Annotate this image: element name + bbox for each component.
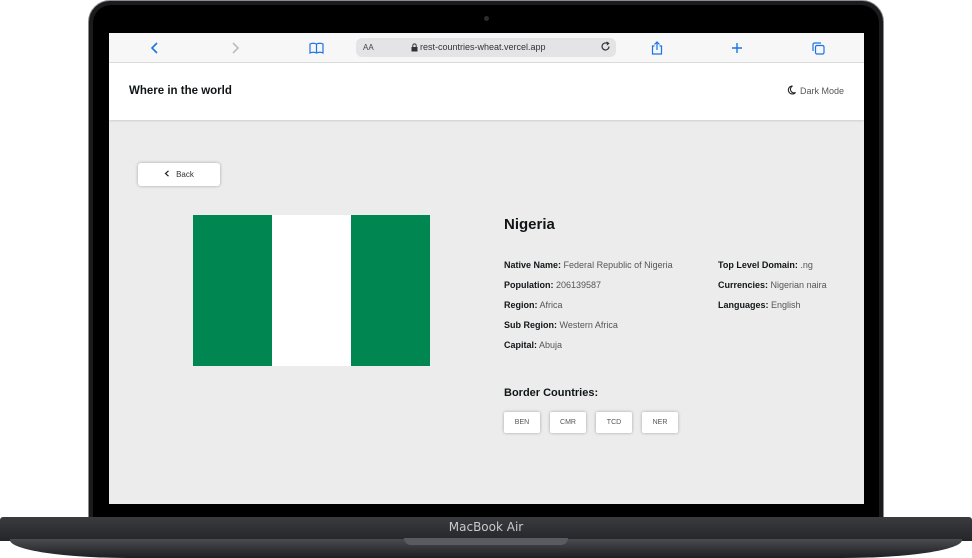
detail-capital: Capital: Abuja bbox=[504, 338, 674, 352]
border-country-button[interactable]: BEN bbox=[504, 412, 540, 433]
lock-icon bbox=[411, 43, 418, 54]
border-country-button[interactable]: CMR bbox=[550, 412, 586, 433]
detail-region: Region: Africa bbox=[504, 298, 674, 312]
flag-stripe-left bbox=[193, 215, 272, 366]
detail-key: Sub Region: bbox=[504, 320, 557, 330]
url-text: rest-countries-wheat.vercel.app bbox=[420, 42, 546, 52]
chevron-left-icon[interactable] bbox=[147, 40, 163, 56]
border-countries-title: Border Countries: bbox=[504, 387, 599, 399]
detail-key: Top Level Domain: bbox=[718, 260, 798, 270]
flag-stripe-middle bbox=[272, 215, 351, 366]
detail-key: Capital: bbox=[504, 340, 538, 350]
arrow-left-icon bbox=[164, 170, 170, 179]
border-country-button[interactable]: NER bbox=[642, 412, 678, 433]
back-button[interactable]: Back bbox=[138, 163, 220, 186]
reload-icon[interactable] bbox=[600, 41, 611, 54]
detail-key: Languages: bbox=[718, 300, 769, 310]
country-name: Nigeria bbox=[504, 216, 555, 233]
laptop-notch bbox=[404, 538, 568, 545]
detail-value: Abuja bbox=[539, 340, 563, 350]
detail-key: Region: bbox=[504, 300, 538, 310]
device-label: MacBook Air bbox=[448, 520, 524, 534]
detail-value: English bbox=[771, 300, 801, 310]
detail-value: Africa bbox=[539, 300, 563, 310]
plus-icon[interactable] bbox=[729, 40, 745, 56]
detail-currencies: Currencies: Nigerian naira bbox=[718, 278, 828, 292]
country-flag bbox=[193, 215, 430, 366]
details-left: Native Name: Federal Republic of Nigeria… bbox=[504, 258, 674, 358]
detail-value: .ng bbox=[800, 260, 813, 270]
detail-key: Currencies: bbox=[718, 280, 769, 290]
border-country-button[interactable]: TCD bbox=[596, 412, 632, 433]
browser-toolbar: AA rest-countries-wheat.vercel.app bbox=[109, 33, 864, 63]
detail-key: Population: bbox=[504, 280, 554, 290]
flag-stripe-right bbox=[351, 215, 430, 366]
camera-icon bbox=[484, 16, 489, 21]
dark-mode-label: Dark Mode bbox=[799, 86, 844, 96]
app-header: Where in the world Dark Mode bbox=[109, 63, 864, 120]
detail-sub-region: Sub Region: Western Africa bbox=[504, 318, 674, 332]
detail-population: Population: 206139587 bbox=[504, 278, 674, 292]
moon-icon bbox=[787, 85, 796, 97]
app-title[interactable]: Where in the world bbox=[129, 85, 232, 97]
share-icon[interactable] bbox=[649, 40, 665, 56]
detail-key: Native Name: bbox=[504, 260, 562, 270]
chevron-right-icon[interactable] bbox=[227, 40, 243, 56]
detail-value: 206139587 bbox=[556, 280, 602, 290]
tabs-icon[interactable] bbox=[810, 40, 826, 56]
book-icon[interactable] bbox=[308, 40, 324, 56]
reader-aa-button[interactable]: AA bbox=[363, 43, 374, 52]
details-right: Top Level Domain: .ng Currencies: Nigeri… bbox=[718, 258, 828, 318]
detail-value: Federal Republic of Nigeria bbox=[563, 260, 673, 270]
border-countries-list: BEN CMR TCD NER bbox=[504, 412, 678, 433]
detail-value: Nigerian naira bbox=[770, 280, 827, 290]
detail-tld: Top Level Domain: .ng bbox=[718, 258, 828, 272]
detail-value: Western Africa bbox=[559, 320, 618, 330]
detail-languages: Languages: English bbox=[718, 298, 828, 312]
screen: AA rest-countries-wheat.vercel.app Where… bbox=[109, 33, 864, 504]
address-bar[interactable]: AA rest-countries-wheat.vercel.app bbox=[356, 38, 616, 57]
dark-mode-toggle[interactable]: Dark Mode bbox=[787, 85, 844, 97]
detail-native-name: Native Name: Federal Republic of Nigeria bbox=[504, 258, 674, 272]
back-label: Back bbox=[176, 170, 194, 179]
